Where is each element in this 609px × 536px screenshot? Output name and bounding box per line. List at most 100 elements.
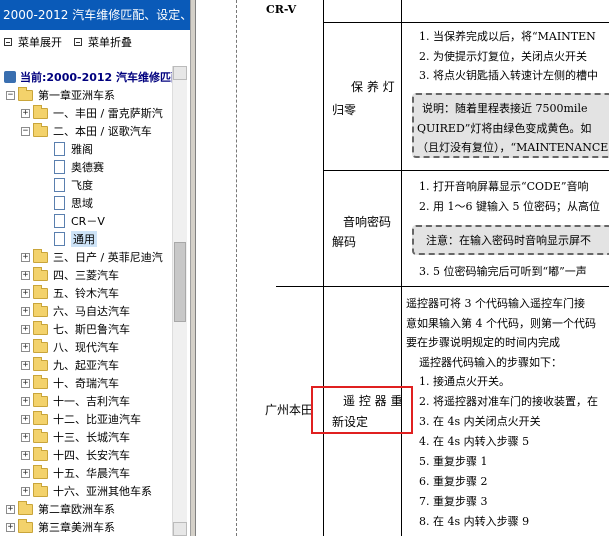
collapse-menu-button[interactable]: 菜单折叠: [74, 34, 132, 50]
scroll-down-button[interactable]: [173, 522, 187, 536]
tree-doc-crv[interactable]: CR－V: [54, 212, 105, 230]
audio-label-2: 解码: [332, 235, 357, 249]
collapse-menu-label: 菜单折叠: [88, 36, 132, 49]
remote-step: 6. 重复步骤 2: [419, 475, 488, 488]
tree-doc-general[interactable]: 通用: [54, 230, 97, 248]
expand-toggle-icon[interactable]: +: [21, 486, 30, 496]
expand-menu-label: 菜单展开: [18, 36, 62, 49]
tree-node-section[interactable]: + 八、现代汽车: [21, 338, 119, 356]
remote-intro-2: 意如果输入第 4 个代码，则第一个代码: [406, 317, 596, 330]
tree-doc-accord[interactable]: 雅阁: [54, 140, 93, 158]
scroll-up-button[interactable]: [173, 66, 187, 80]
document-icon: [54, 214, 65, 228]
tree-toolbar: 菜单展开 菜单折叠: [0, 31, 190, 53]
expand-toggle-icon[interactable]: +: [6, 504, 15, 514]
maint-step-1: 1. 当保养完成以后，将“MAINTEN: [419, 30, 596, 43]
expand-toggle-icon[interactable]: +: [21, 324, 30, 334]
expand-toggle-icon[interactable]: +: [21, 108, 30, 118]
document-icon: [54, 160, 65, 174]
collapse-icon: [74, 38, 82, 46]
expand-toggle-icon[interactable]: +: [21, 360, 30, 370]
audio-step-1: 1. 打开音响屏幕显示“CODE”音响: [419, 180, 589, 193]
expand-menu-button[interactable]: 菜单展开: [4, 34, 62, 50]
remote-step: 2. 将遥控器对准车门的接收装置，在: [419, 395, 598, 408]
folder-icon: [33, 104, 48, 119]
tree-node-section[interactable]: + 七、斯巴鲁汽车: [21, 320, 130, 338]
page-margin-line: [236, 0, 238, 536]
audio-label-1: 音响密码: [343, 215, 392, 229]
expand-toggle-icon[interactable]: +: [21, 288, 30, 298]
tree-node-section[interactable]: + 十三、长城汽车: [21, 428, 130, 446]
folder-open-icon: [33, 122, 48, 137]
tree-doc-odyssey[interactable]: 奥德赛: [54, 158, 104, 176]
audio-step-3: 3. 5 位密码输完后可听到“嘟”一声: [419, 265, 587, 278]
expand-toggle-icon[interactable]: +: [21, 414, 30, 424]
window-title: 2000-2012 汽车维修匹配、设定、编: [0, 0, 190, 30]
scroll-thumb[interactable]: [174, 242, 186, 322]
folder-icon: [18, 518, 33, 533]
collapse-toggle-icon[interactable]: −: [6, 90, 15, 100]
folder-icon: [33, 392, 48, 407]
expand-toggle-icon[interactable]: +: [21, 468, 30, 478]
tree-doc-fit[interactable]: 飞度: [54, 176, 93, 194]
tree-node-toyota[interactable]: + 一、丰田 / 雷克萨斯汽: [21, 104, 163, 122]
tree-node-section[interactable]: + 十五、华晨汽车: [21, 464, 130, 482]
tree-node-section[interactable]: + 十六、亚洲其他车系: [21, 482, 152, 500]
tree-doc-civic[interactable]: 思域: [54, 194, 93, 212]
table-col-line: [323, 0, 324, 536]
tree-node-section[interactable]: + 九、起亚汽车: [21, 356, 119, 374]
table-col-line: [401, 0, 402, 536]
document-view: CR-V 保 养 灯 归零 1. 当保养完成以后，将“MAINTEN 2. 为使…: [196, 0, 609, 536]
folder-icon: [33, 356, 48, 371]
maint-label-1: 保 养 灯: [351, 80, 395, 94]
maint-label-2: 归零: [332, 103, 357, 117]
audio-note: 注意：在输入密码时音响显示屏不: [426, 234, 591, 247]
tree-node-section[interactable]: + 六、马自达汽车: [21, 302, 130, 320]
tree-node-section[interactable]: + 三、日产 / 英菲尼迪汽: [21, 248, 163, 266]
folder-icon: [33, 410, 48, 425]
document-icon: [54, 232, 65, 246]
document-icon: [54, 178, 65, 192]
tree-node-honda[interactable]: − 二、本田 / 讴歌汽车: [21, 122, 152, 140]
tree-node-section[interactable]: + 四、三菱汽车: [21, 266, 119, 284]
tree-node-section[interactable]: + 十、奇瑞汽车: [21, 374, 119, 392]
expand-toggle-icon[interactable]: +: [21, 306, 30, 316]
folder-icon: [33, 446, 48, 461]
tree-node-chapter1[interactable]: − 第一章亚洲车系: [6, 86, 115, 104]
maint-note-line1: 说明：随着里程表接近 7500mile: [422, 102, 588, 115]
tree-scrollbar[interactable]: [172, 66, 187, 536]
expand-toggle-icon[interactable]: +: [21, 378, 30, 388]
tree-view: 当前:2000-2012 汽车维修匹配、 − 第一章亚洲车系 + 一、丰田 / …: [0, 66, 172, 536]
tree-node-section[interactable]: + 十一、吉利汽车: [21, 392, 130, 410]
table-row-line: [323, 170, 609, 171]
collapse-toggle-icon[interactable]: −: [21, 126, 30, 136]
folder-icon: [33, 266, 48, 281]
folder-icon: [33, 464, 48, 479]
expand-toggle-icon[interactable]: +: [21, 270, 30, 280]
tree-node-section[interactable]: + 十二、比亚迪汽车: [21, 410, 141, 428]
expand-toggle-icon[interactable]: +: [21, 450, 30, 460]
folder-icon: [33, 482, 48, 497]
folder-icon: [33, 302, 48, 317]
tree-node-chapter3[interactable]: + 第三章美洲车系: [6, 518, 115, 536]
tree-node-section[interactable]: + 十四、长安汽车: [21, 446, 130, 464]
highlight-box: [311, 386, 413, 434]
navigation-panel: 2000-2012 汽车维修匹配、设定、编 菜单展开 菜单折叠 当前:2000-…: [0, 0, 190, 536]
expand-icon: [4, 38, 12, 46]
expand-toggle-icon[interactable]: +: [21, 252, 30, 262]
tree-node-section[interactable]: + 五、铃木汽车: [21, 284, 119, 302]
table-row-line: [323, 22, 609, 23]
remote-intro-4: 遥控器代码输入的步骤如下：: [419, 356, 562, 369]
folder-icon: [33, 284, 48, 299]
expand-toggle-icon[interactable]: +: [6, 522, 15, 532]
folder-icon: [33, 374, 48, 389]
expand-toggle-icon[interactable]: +: [21, 432, 30, 442]
book-icon: [4, 71, 16, 83]
expand-toggle-icon[interactable]: +: [21, 342, 30, 352]
folder-icon: [18, 86, 33, 101]
remote-step: 8. 在 4s 内转入步骤 9: [419, 515, 530, 528]
tree-node-chapter2[interactable]: + 第二章欧洲车系: [6, 500, 115, 518]
tree-current-path[interactable]: 当前:2000-2012 汽车维修匹配、: [4, 68, 172, 86]
expand-toggle-icon[interactable]: +: [21, 396, 30, 406]
gz-honda-cell: 广州本田: [265, 403, 314, 417]
